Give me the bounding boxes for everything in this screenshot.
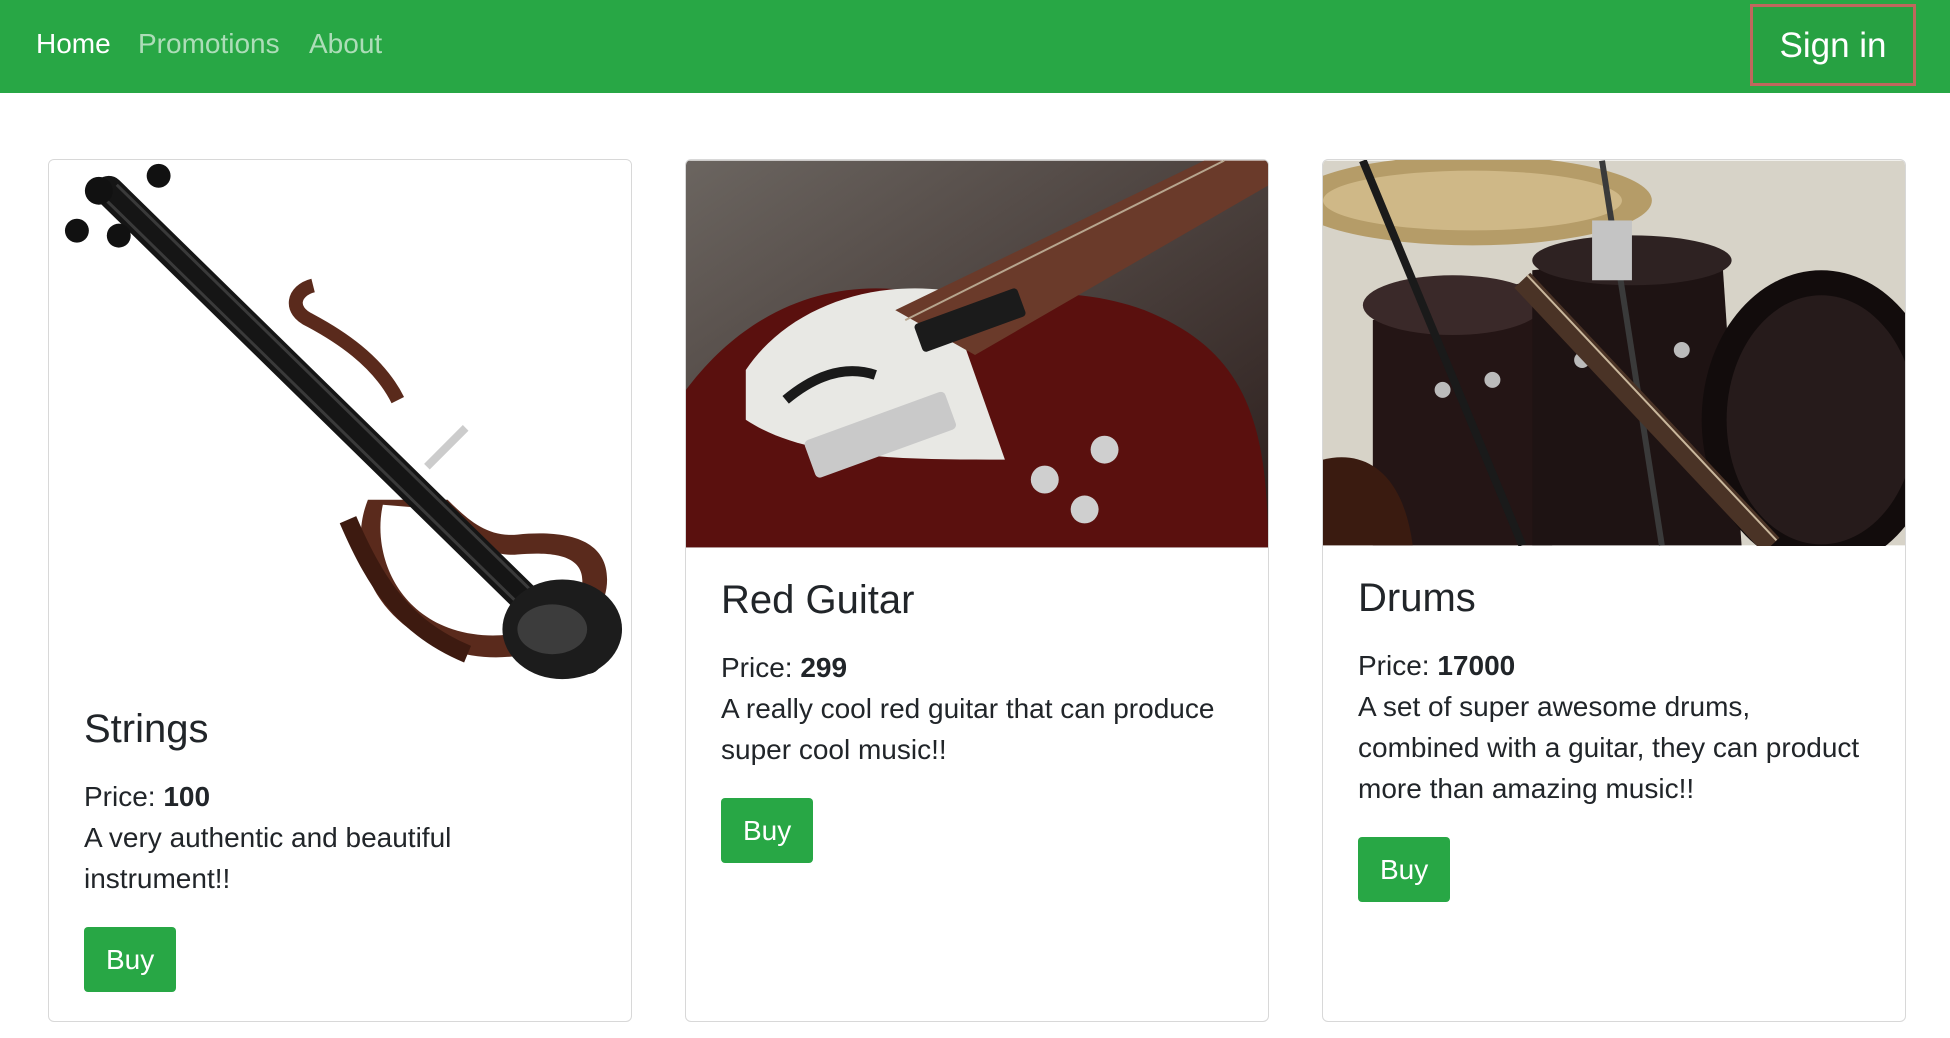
- buy-button[interactable]: Buy: [1358, 837, 1451, 902]
- buy-button[interactable]: Buy: [721, 798, 814, 863]
- violin-image: [49, 160, 631, 680]
- card-description: A set of super awesome drums, combined w…: [1358, 691, 1860, 804]
- price-label: Price:: [721, 652, 793, 683]
- price-line: Price: 100: [84, 777, 601, 817]
- price-label: Price:: [1358, 650, 1430, 681]
- drums-image: [1323, 160, 1905, 546]
- card-title: Drums: [1358, 576, 1476, 620]
- product-card-strings: Strings Price: 100 A very authentic and …: [48, 159, 632, 1022]
- nav-about-link[interactable]: About: [309, 26, 382, 62]
- nav-promotions-link[interactable]: Promotions: [138, 26, 280, 62]
- card-description: A very authentic and beautiful instrumen…: [84, 822, 452, 894]
- card-description: A really cool red guitar that can produc…: [721, 693, 1215, 765]
- price-line: Price: 17000: [1358, 646, 1875, 686]
- price-value: 100: [163, 781, 211, 812]
- price-value: 299: [800, 652, 848, 683]
- product-card-drums: Drums Price: 17000 A set of super awesom…: [1322, 159, 1906, 1022]
- card-body: Red Guitar Price: 299 A really cool red …: [721, 576, 1238, 863]
- card-body: Drums Price: 17000 A set of super awesom…: [1358, 574, 1875, 902]
- sign-in-button[interactable]: Sign in: [1750, 4, 1916, 86]
- card-title: Strings: [84, 707, 209, 751]
- card-body: Strings Price: 100 A very authentic and …: [84, 705, 601, 992]
- price-line: Price: 299: [721, 648, 1238, 688]
- buy-button[interactable]: Buy: [84, 927, 177, 992]
- nav-home-link[interactable]: Home: [36, 26, 111, 62]
- card-title: Red Guitar: [721, 578, 915, 622]
- red-guitar-image: [686, 160, 1268, 548]
- price-label: Price:: [84, 781, 156, 812]
- price-value: 17000: [1437, 650, 1516, 681]
- top-navbar: Home Promotions About Sign in: [0, 0, 1950, 93]
- product-card-red-guitar: Red Guitar Price: 299 A really cool red …: [685, 159, 1269, 1022]
